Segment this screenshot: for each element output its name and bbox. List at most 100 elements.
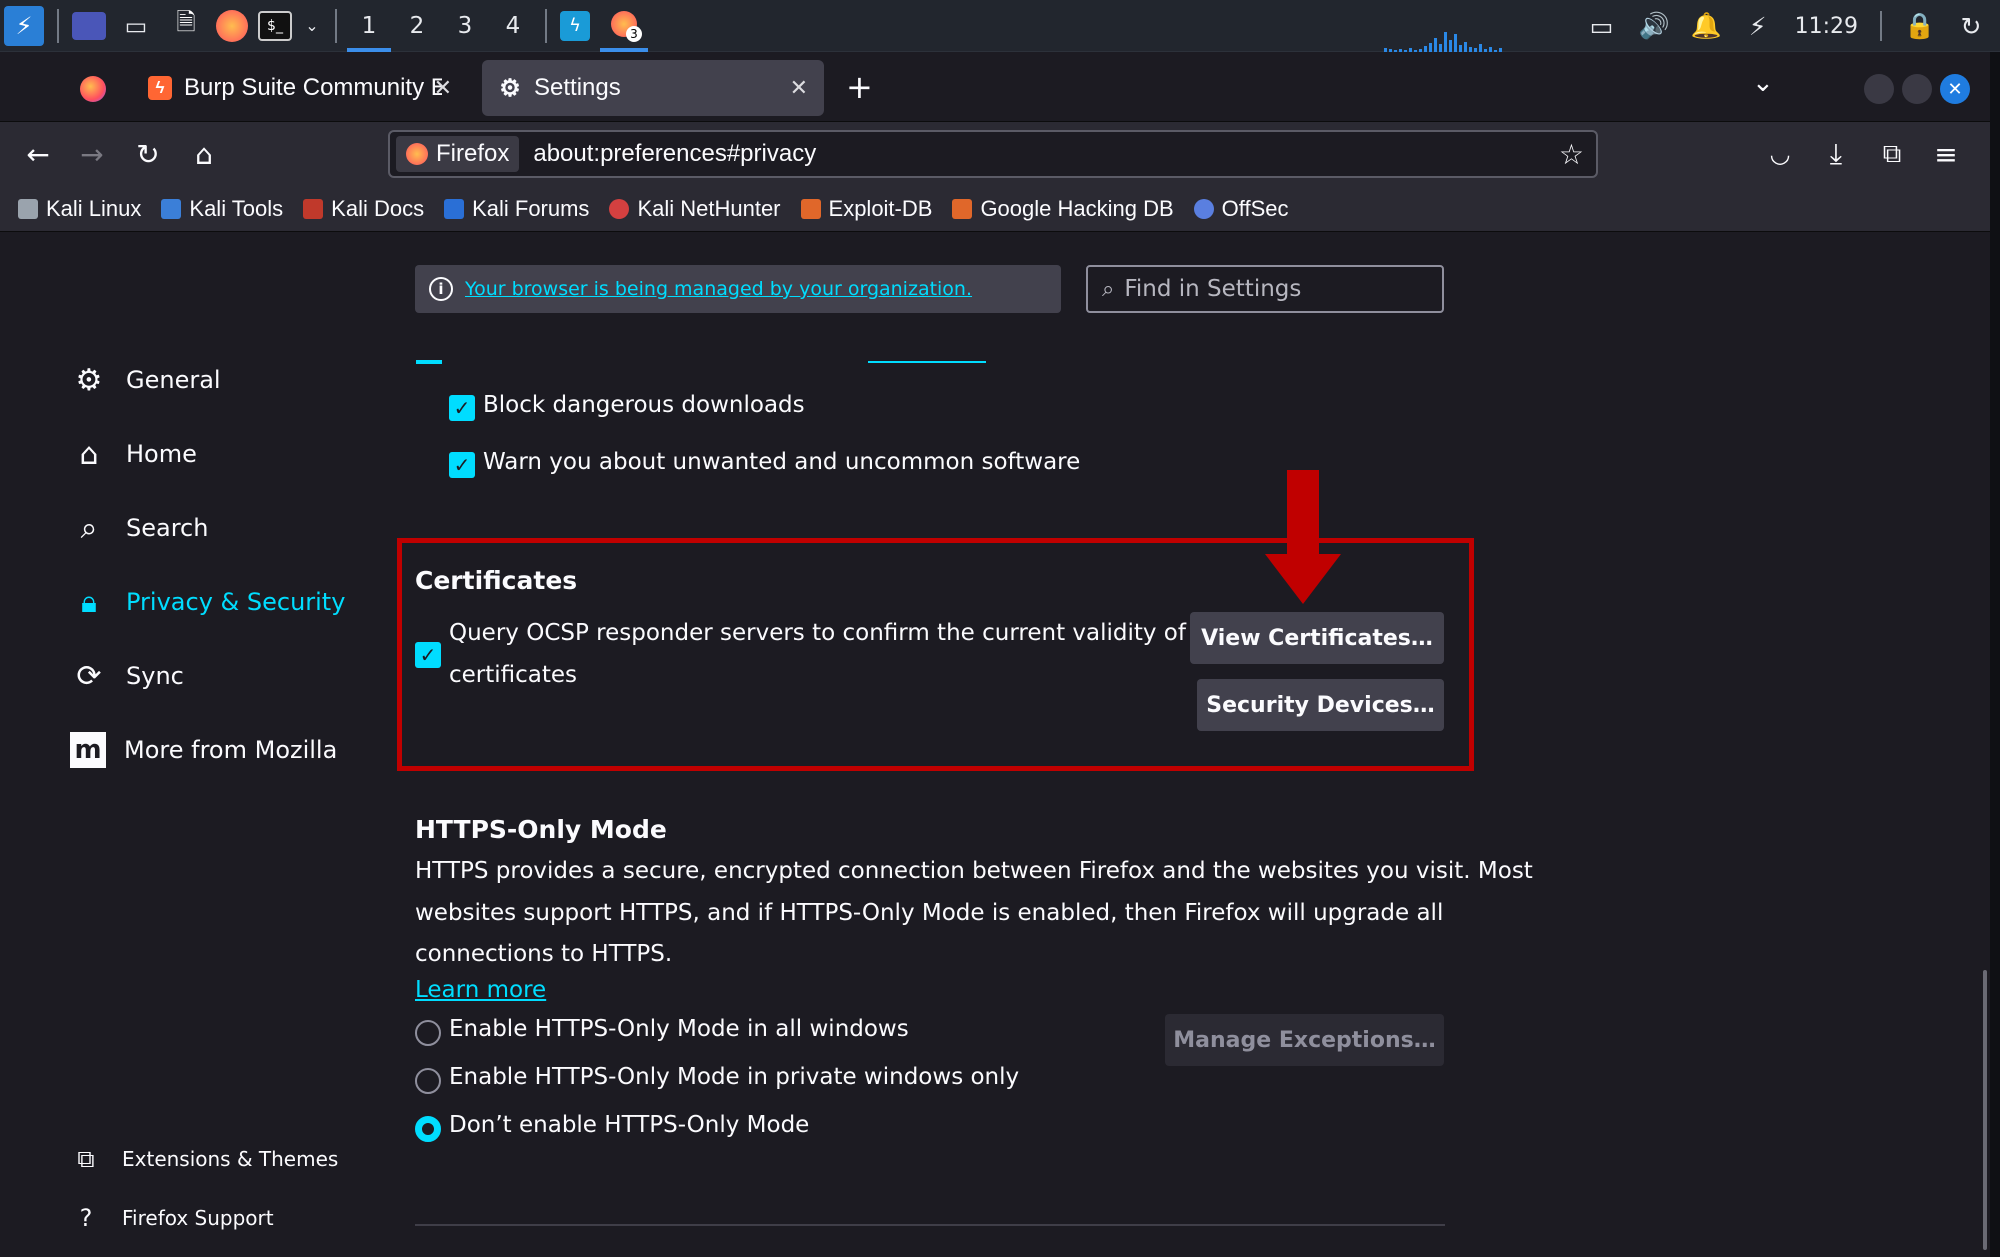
workspace-2[interactable]: 2	[393, 0, 441, 52]
scrollbar-thumb[interactable]	[1983, 970, 1987, 1250]
close-icon[interactable]: ✕	[790, 75, 808, 101]
ghdb-icon	[952, 198, 973, 219]
sidebar-item-general[interactable]: ⚙ General	[70, 358, 221, 402]
https-only-desc-line3: connections to HTTPS.	[415, 941, 673, 967]
notification-bell-icon[interactable]: 🔔	[1691, 11, 1722, 41]
offsec-icon	[1193, 198, 1214, 219]
ocsp-checkbox[interactable]: ✓	[415, 642, 441, 668]
bookmark-exploit-db[interactable]: Exploit-DB	[800, 196, 932, 222]
view-certificates-button[interactable]: View Certificates…	[1190, 612, 1444, 664]
bookmarks-toolbar: Kali Linux Kali Tools Kali Docs Kali For…	[0, 186, 1990, 232]
logout-icon[interactable]: ↻	[1956, 12, 1986, 41]
sidebar-item-more-from-mozilla[interactable]: m More from Mozilla	[70, 728, 337, 772]
warn-software-checkbox[interactable]: ✓	[449, 452, 475, 478]
pocket-icon[interactable]: ◡	[1760, 134, 1800, 174]
section-divider	[415, 1224, 1445, 1226]
maximize-button[interactable]	[1902, 74, 1932, 104]
power-manager-icon[interactable]: ⚡	[1743, 12, 1773, 41]
text-editor-icon[interactable]: 🗎	[166, 6, 206, 46]
forward-arrow-icon[interactable]: →	[72, 134, 112, 174]
burp-window-icon[interactable]: ϟ	[560, 10, 590, 41]
home-icon[interactable]: ⌂	[184, 134, 224, 174]
show-desktop-icon[interactable]	[72, 11, 106, 40]
block-downloads-checkbox[interactable]: ✓	[449, 395, 475, 421]
https-only-desc-line2: websites support HTTPS, and if HTTPS-Onl…	[415, 900, 1444, 926]
block-downloads-label: Block dangerous downloads	[483, 392, 805, 418]
hamburger-menu-icon[interactable]: ≡	[1926, 134, 1966, 174]
info-icon: i	[429, 277, 453, 301]
close-window-button[interactable]: ✕	[1940, 74, 1970, 104]
firefox-launcher-icon[interactable]	[216, 9, 248, 42]
https-disabled-radio[interactable]	[415, 1116, 441, 1142]
bookmark-kali-docs[interactable]: Kali Docs	[303, 196, 424, 222]
learn-more-link[interactable]: Learn more	[415, 977, 546, 1003]
taskbar-separator	[1880, 11, 1882, 41]
tab-settings[interactable]: ⚙ Settings ✕	[482, 60, 824, 116]
scrolled-off-link	[868, 361, 986, 363]
tab-bar: ϟ Burp Suite Community Ed ✕ ⚙ Settings ✕…	[0, 52, 1990, 122]
sidebar-item-home[interactable]: ⌂ Home	[70, 432, 196, 476]
managed-policies-link[interactable]: Your browser is being managed by your or…	[465, 278, 972, 300]
bookmark-google-hacking-db[interactable]: Google Hacking DB	[952, 196, 1174, 222]
kali-docs-icon	[303, 198, 324, 219]
file-manager-icon[interactable]: ▭	[116, 6, 156, 46]
reload-icon[interactable]: ↻	[128, 134, 168, 174]
display-icon[interactable]: ▭	[1587, 12, 1617, 41]
system-taskbar: ⚡ ▭ 🗎 $_ ⌄ 1 2 3 4 ϟ 3 ▭ 🔊 🔔 ⚡ 11:29 🔒 ↻	[0, 0, 2000, 52]
https-private-only-radio[interactable]	[415, 1068, 441, 1094]
tab-title: Burp Suite Community Ed	[184, 74, 442, 101]
workspace-4[interactable]: 4	[489, 0, 537, 52]
list-all-tabs-icon[interactable]: ⌄	[1752, 68, 1774, 98]
url-text[interactable]: about:preferences#privacy	[533, 140, 816, 168]
https-all-windows-radio[interactable]	[415, 1020, 441, 1046]
gear-icon: ⚙	[75, 362, 103, 398]
manage-exceptions-button[interactable]: Manage Exceptions…	[1165, 1014, 1444, 1066]
minimize-button[interactable]	[1864, 74, 1894, 104]
volume-icon[interactable]: 🔊	[1639, 11, 1670, 41]
workspace-1[interactable]: 1	[345, 0, 393, 52]
chevron-down-icon[interactable]: ⌄	[302, 6, 322, 46]
lock-screen-icon[interactable]: 🔒	[1904, 11, 1935, 41]
managed-banner: i Your browser is being managed by your …	[415, 265, 1061, 313]
identity-label: Firefox	[436, 140, 510, 167]
close-icon[interactable]: ✕	[434, 75, 452, 101]
tab-burp-suite[interactable]: ϟ Burp Suite Community Ed ✕	[132, 60, 468, 116]
downloads-icon[interactable]: ⤓	[1816, 134, 1856, 174]
tab-title: Settings	[534, 74, 621, 101]
https-all-windows-label: Enable HTTPS-Only Mode in all windows	[449, 1016, 909, 1042]
firefox-window-icon[interactable]: 3	[600, 0, 648, 52]
sidebar-item-sync[interactable]: ⟳ Sync	[70, 654, 183, 698]
sidebar-item-search[interactable]: ⌕ Search	[70, 506, 209, 550]
workspace-3[interactable]: 3	[441, 0, 489, 52]
kali-forums-icon	[444, 198, 465, 219]
find-placeholder: Find in Settings	[1124, 276, 1302, 302]
identity-box[interactable]: Firefox	[396, 136, 520, 172]
url-bar[interactable]: Firefox about:preferences#privacy ☆	[388, 130, 1598, 178]
nethunter-icon	[609, 198, 630, 219]
sidebar-item-privacy-security[interactable]: 🔒︎ Privacy & Security	[70, 580, 345, 624]
taskbar-separator	[335, 8, 337, 43]
clock[interactable]: 11:29	[1795, 14, 1858, 39]
bookmark-offsec[interactable]: OffSec	[1193, 196, 1289, 222]
bookmark-star-icon[interactable]: ☆	[1559, 138, 1584, 171]
find-in-settings-input[interactable]: ⌕ Find in Settings	[1086, 265, 1444, 313]
firefox-view-icon[interactable]	[80, 76, 106, 102]
bookmark-kali-linux[interactable]: Kali Linux	[18, 196, 141, 222]
bookmark-kali-forums[interactable]: Kali Forums	[444, 196, 589, 222]
sidebar-firefox-support[interactable]: ? Firefox Support	[72, 1200, 274, 1236]
settings-page: i Your browser is being managed by your …	[0, 232, 1990, 1257]
bookmark-kali-nethunter[interactable]: Kali NetHunter	[609, 196, 781, 222]
ocsp-label-line2: certificates	[449, 662, 578, 688]
extensions-icon[interactable]: ⧉	[1872, 134, 1912, 174]
bookmark-kali-tools[interactable]: Kali Tools	[161, 196, 283, 222]
lock-icon: 🔒︎	[81, 584, 97, 620]
terminal-icon[interactable]: $_	[258, 10, 292, 41]
search-icon: ⌕	[80, 510, 98, 546]
sidebar-extensions-themes[interactable]: ⧉ Extensions & Themes	[72, 1141, 338, 1177]
kali-menu-icon[interactable]: ⚡	[4, 5, 44, 46]
back-arrow-icon[interactable]: ←	[18, 134, 58, 174]
new-tab-icon[interactable]: +	[846, 68, 873, 106]
puzzle-icon: ⧉	[77, 1145, 95, 1173]
https-only-desc-line1: HTTPS provides a secure, encrypted conne…	[415, 858, 1533, 884]
security-devices-button[interactable]: Security Devices…	[1197, 679, 1444, 731]
